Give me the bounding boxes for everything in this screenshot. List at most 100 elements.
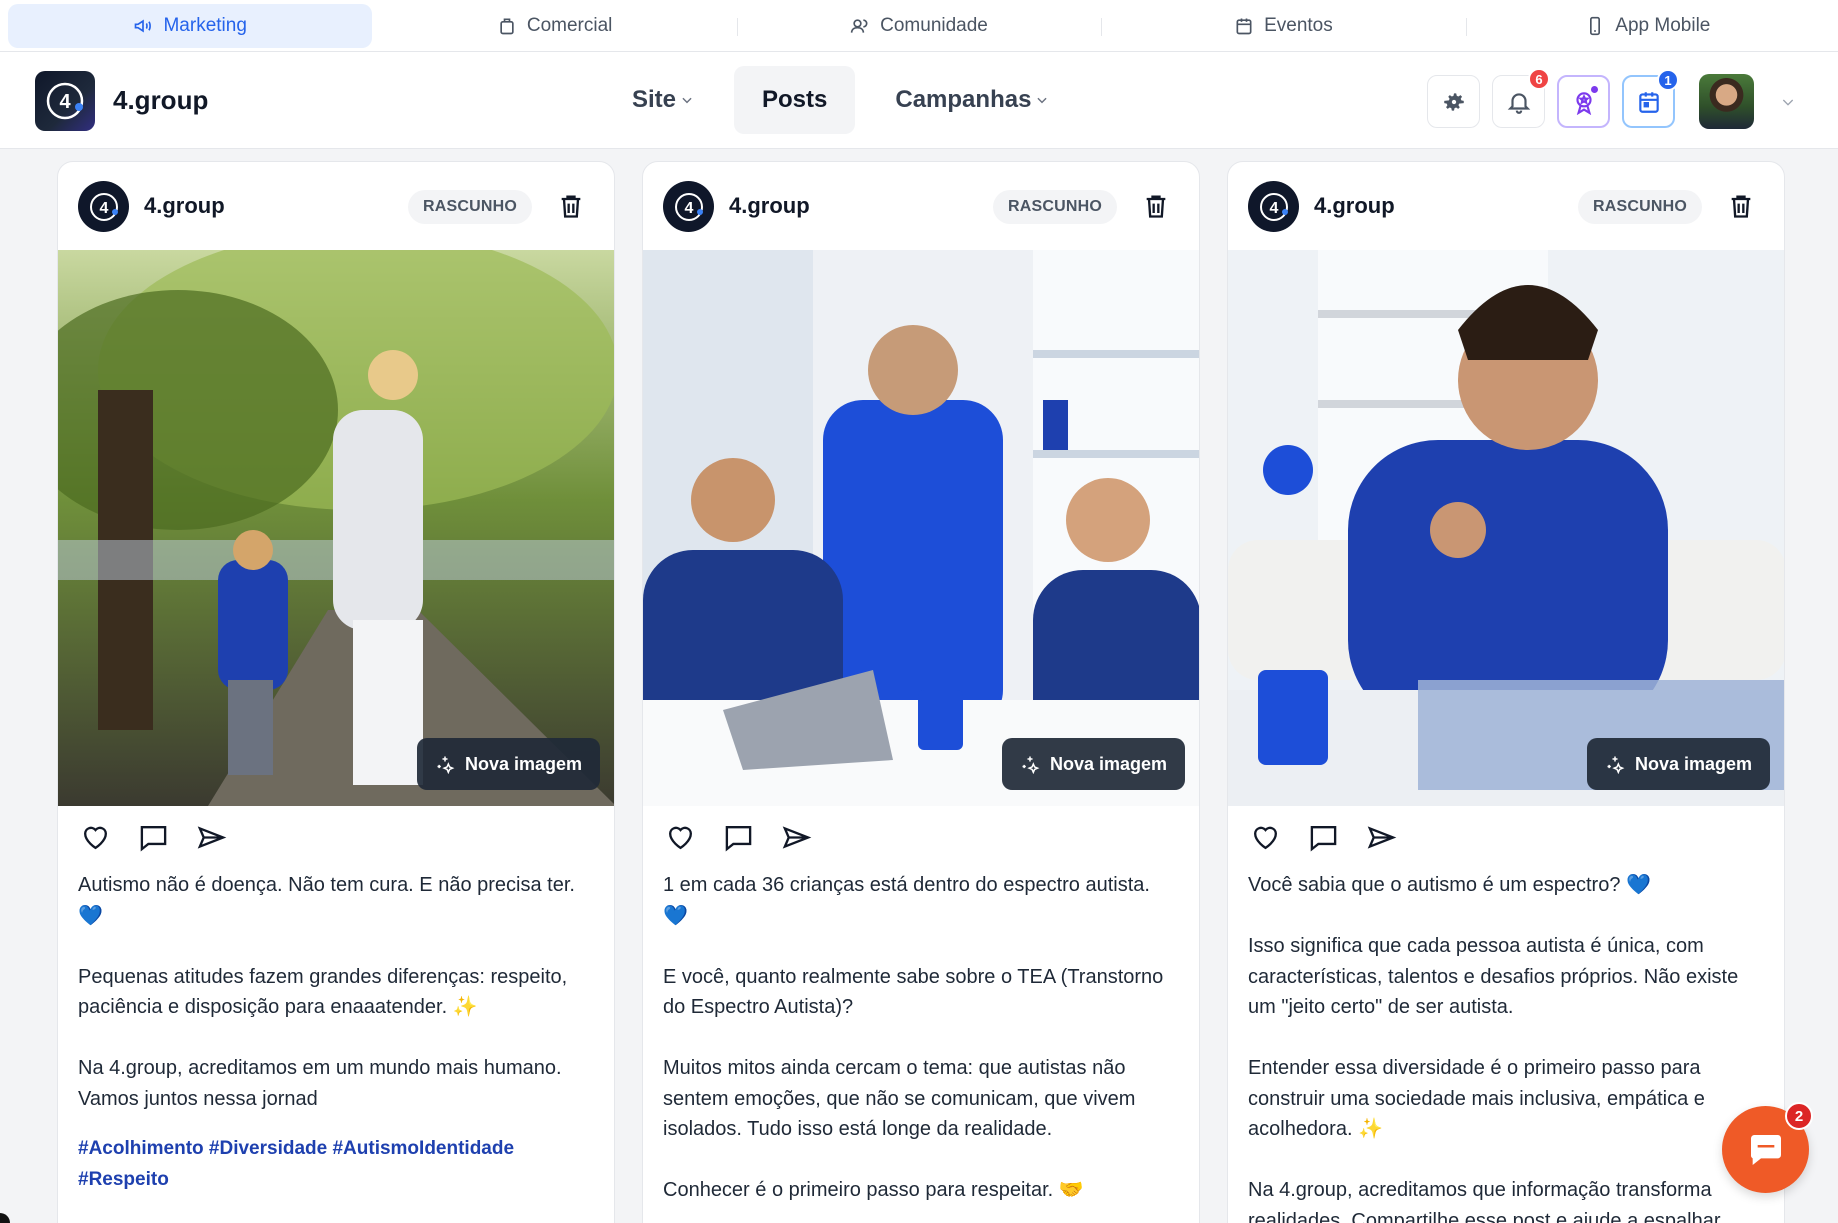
comment-icon xyxy=(725,826,752,852)
nav-posts[interactable]: Posts xyxy=(734,66,856,134)
chat-bubble-icon xyxy=(1750,1134,1781,1165)
like-button[interactable] xyxy=(665,822,696,853)
account-avatar: 4 xyxy=(663,181,714,232)
caption-paragraph: Muitos mitos ainda cercam o tema: que au… xyxy=(663,1057,1136,1140)
post-card: 4 4.group RASCUNHO Nova imagem xyxy=(642,161,1200,1223)
like-button[interactable] xyxy=(80,822,111,853)
chevron-down-icon xyxy=(1037,97,1048,104)
share-button[interactable] xyxy=(1366,822,1397,853)
heart-icon xyxy=(84,826,107,850)
nav-label: Site xyxy=(632,86,677,113)
new-image-button[interactable]: Nova imagem xyxy=(1586,738,1770,790)
notifications-button[interactable]: 6 xyxy=(1492,68,1550,128)
puzzle-photo xyxy=(1228,250,1784,806)
new-image-label: Nova imagem xyxy=(464,753,582,774)
logo-mark-icon: 4 xyxy=(1259,192,1288,221)
delete-button[interactable] xyxy=(555,190,587,222)
share-button[interactable] xyxy=(781,822,812,853)
smartphone-icon xyxy=(1590,16,1601,35)
svg-text:4: 4 xyxy=(99,200,108,217)
app-header: 4 4.group Site Posts Campanhas 6 1 xyxy=(0,52,1838,149)
top-tab-bar: Marketing Comercial Comunidade Eventos A… xyxy=(0,0,1838,52)
tab-eventos[interactable]: Eventos xyxy=(1101,4,1465,48)
park-photo xyxy=(58,250,614,806)
chat-unread-badge: 2 xyxy=(1785,1102,1813,1130)
app-logo[interactable]: 4 xyxy=(35,71,95,131)
office-photo xyxy=(643,250,1199,806)
account-name: 4.group xyxy=(729,193,810,218)
sparkles-icon xyxy=(1607,756,1625,774)
chevron-down-icon[interactable] xyxy=(1780,94,1796,110)
send-icon xyxy=(1367,826,1397,849)
account-name: 4.group xyxy=(1314,193,1395,218)
post-image[interactable]: Nova imagem xyxy=(643,250,1199,806)
nav-label: Posts xyxy=(762,86,828,113)
calendar-count-badge: 1 xyxy=(1657,69,1679,91)
nav-site[interactable]: Site xyxy=(604,66,722,134)
comment-button[interactable] xyxy=(723,822,754,853)
delete-button[interactable] xyxy=(1140,190,1172,222)
tab-marketing[interactable]: Marketing xyxy=(8,3,373,48)
new-image-label: Nova imagem xyxy=(1049,753,1167,774)
post-actions xyxy=(80,822,227,853)
caption-paragraph: Conhecer é o primeiro passo para respeit… xyxy=(663,1179,1084,1201)
new-image-label: Nova imagem xyxy=(1634,753,1752,774)
delete-button[interactable] xyxy=(1725,190,1757,222)
status-badge: RASCUNHO xyxy=(408,190,533,224)
svg-text:4: 4 xyxy=(1269,200,1278,217)
post-card: 4 4.group RASCUNHO Nova imagem xyxy=(1227,161,1785,1223)
post-image[interactable]: Nova imagem xyxy=(1228,250,1784,806)
tab-label: Comercial xyxy=(526,14,613,36)
new-image-button[interactable]: Nova imagem xyxy=(416,738,600,790)
trash-icon xyxy=(1731,195,1751,218)
caption-paragraph: Entender essa diversidade é o primeiro p… xyxy=(1248,1057,1705,1140)
nav-campanhas[interactable]: Campanhas xyxy=(867,66,1077,134)
tab-app-mobile[interactable]: App Mobile xyxy=(1465,4,1830,48)
calendar-icon xyxy=(1638,91,1659,113)
comment-icon xyxy=(140,826,167,852)
caption-hashtags: #Acolhimento #Diversidade #AutismoIdenti… xyxy=(78,1137,515,1190)
svg-text:4: 4 xyxy=(684,200,693,217)
tab-comunidade[interactable]: Comunidade xyxy=(736,4,1101,48)
post-caption: 1 em cada 36 crianças está dentro do esp… xyxy=(663,870,1183,1223)
new-image-button[interactable]: Nova imagem xyxy=(1001,738,1185,790)
nav-label: Campanhas xyxy=(895,86,1032,113)
comment-button[interactable] xyxy=(1308,822,1339,853)
unread-dot xyxy=(1589,84,1600,95)
header-actions: 6 1 xyxy=(1427,68,1796,129)
chevron-down-icon xyxy=(682,97,692,104)
sparkles-icon xyxy=(1022,756,1040,774)
user-avatar[interactable] xyxy=(1699,74,1754,129)
status-badge: RASCUNHO xyxy=(993,190,1118,224)
chat-button[interactable]: 2 xyxy=(1722,1102,1813,1193)
account-name: 4.group xyxy=(144,193,225,218)
comment-button[interactable] xyxy=(138,822,169,853)
post-header: 4 4.group RASCUNHO xyxy=(643,162,1199,250)
tab-label: Comunidade xyxy=(880,14,988,36)
post-card: 4 4.group RASCUNHO Nova imagem xyxy=(57,161,615,1223)
settings-button[interactable] xyxy=(1427,75,1480,128)
tab-label: Marketing xyxy=(163,14,247,36)
achievements-button[interactable] xyxy=(1557,75,1610,128)
logo-mark-icon: 4 xyxy=(674,192,703,221)
post-image[interactable]: Nova imagem xyxy=(58,250,614,806)
window-corner xyxy=(0,1213,10,1223)
caption-paragraph: Você sabia que o autismo é um espectro? … xyxy=(1248,874,1651,896)
heart-icon xyxy=(1254,826,1277,850)
status-badge: RASCUNHO xyxy=(1578,190,1703,224)
like-button[interactable] xyxy=(1250,822,1281,853)
account-avatar: 4 xyxy=(1248,181,1299,232)
share-button[interactable] xyxy=(196,822,227,853)
calendar-button[interactable]: 1 xyxy=(1622,69,1679,128)
users-icon xyxy=(850,18,868,33)
post-header: 4 4.group RASCUNHO xyxy=(58,162,614,250)
tab-comercial[interactable]: Comercial xyxy=(372,4,736,48)
calendar-icon xyxy=(1236,18,1252,34)
send-icon xyxy=(782,826,812,849)
post-actions xyxy=(1250,822,1397,853)
tab-label: Eventos xyxy=(1264,14,1333,36)
caption-paragraph: Pequenas atitudes fazem grandes diferenç… xyxy=(78,965,568,1019)
caption-paragraph: Isso significa que cada pessoa autista é… xyxy=(1248,935,1739,1018)
logo-mark-icon: 4 xyxy=(46,82,84,120)
briefcase-icon xyxy=(500,18,514,34)
